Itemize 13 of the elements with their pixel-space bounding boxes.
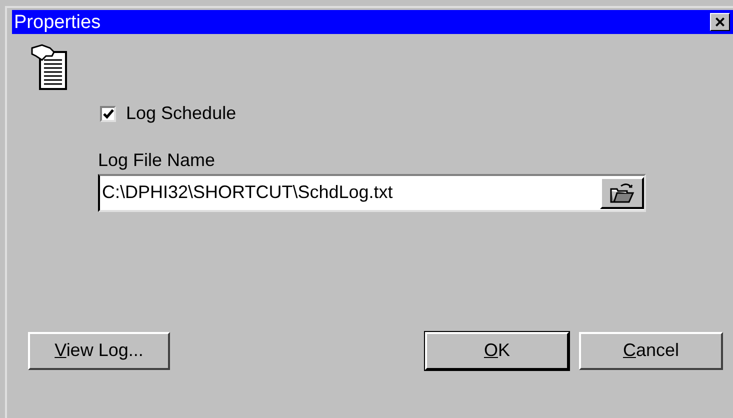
- log-schedule-checkbox[interactable]: [100, 106, 116, 122]
- dialog-button[interactable]: Cancel: [579, 332, 723, 370]
- close-button[interactable]: ×: [710, 13, 730, 31]
- check-icon: [102, 108, 114, 118]
- window-title: Properties: [14, 12, 101, 32]
- dialog-button[interactable]: OK: [425, 332, 569, 370]
- log-schedule-label: Log Schedule: [126, 102, 236, 125]
- notepad-hand-icon: [30, 44, 70, 90]
- browse-button[interactable]: [600, 176, 644, 208]
- open-folder-icon: [609, 182, 635, 204]
- dialog-button[interactable]: View Log...: [28, 332, 170, 370]
- log-file-name-label: Log File Name: [98, 149, 216, 172]
- file-path-box[interactable]: C:\DPHI32\SHORTCUT\SchdLog.txt: [98, 174, 646, 212]
